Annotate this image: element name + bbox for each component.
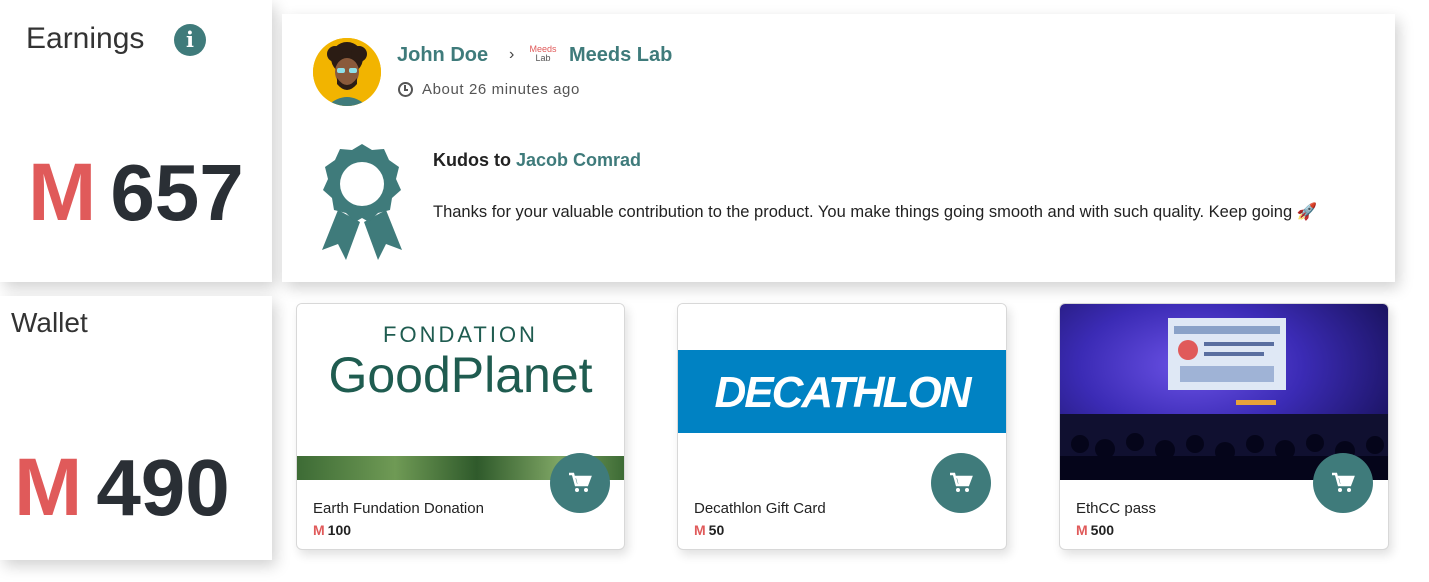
wallet-amount: M 490 <box>14 447 230 529</box>
add-to-cart-button[interactable] <box>550 453 610 513</box>
space-logo: Meeds Lab <box>524 45 562 63</box>
price-value: 100 <box>327 522 352 538</box>
kudos-prefix: Kudos to <box>433 150 511 170</box>
wallet-value: 490 <box>96 443 230 532</box>
image-text-main: DECATHLON <box>714 368 972 417</box>
earnings-amount: M 657 <box>28 152 244 234</box>
badge-icon <box>322 144 402 260</box>
space-link[interactable]: Meeds Lab <box>569 44 672 67</box>
currency-icon: M <box>313 522 325 538</box>
info-icon[interactable]: i <box>174 24 206 56</box>
wallet-title: Wallet <box>11 307 88 338</box>
price-value: 500 <box>1090 522 1115 538</box>
activity-time: About 26 minutes ago <box>422 81 580 98</box>
product-card[interactable]: FONDATION GoodPlanet Earth Fundation Don… <box>296 303 625 550</box>
image-text-top: FONDATION <box>383 322 538 347</box>
currency-icon: M <box>14 442 82 533</box>
product-price: M 500 <box>1076 522 1114 538</box>
price-value: 50 <box>708 522 725 538</box>
author-link[interactable]: John Doe <box>397 44 488 67</box>
space-logo-bottom: Lab <box>535 53 551 63</box>
currency-icon: M <box>1076 522 1088 538</box>
cart-icon <box>1332 472 1355 492</box>
kudos-title: Kudos to Jacob Comrad <box>433 150 641 171</box>
chevron-right-icon: › <box>509 46 515 63</box>
clock-icon <box>398 82 413 97</box>
cart-icon <box>950 472 973 492</box>
add-to-cart-button[interactable] <box>931 453 991 513</box>
cart-icon <box>569 472 592 492</box>
product-card[interactable]: EthCC pass M 500 <box>1059 303 1389 550</box>
product-price: M 100 <box>313 522 351 538</box>
product-price: M 50 <box>694 522 724 538</box>
kudos-message: Thanks for your valuable contribution to… <box>433 203 1318 221</box>
avatar[interactable] <box>313 38 381 106</box>
brand-band: DECATHLON <box>678 350 1006 433</box>
earnings-value: 657 <box>110 148 244 237</box>
product-title[interactable]: Decathlon Gift Card <box>694 500 826 517</box>
image-text-main: GoodPlanet <box>328 347 593 403</box>
avatar-image <box>313 38 381 106</box>
add-to-cart-button[interactable] <box>1313 453 1373 513</box>
kudos-receiver-link[interactable]: Jacob Comrad <box>516 150 641 170</box>
product-title[interactable]: Earth Fundation Donation <box>313 500 484 517</box>
currency-icon: M <box>28 147 96 238</box>
earnings-title: Earnings <box>26 22 145 55</box>
product-card[interactable]: DECATHLON Decathlon Gift Card M 50 <box>677 303 1007 550</box>
currency-icon: M <box>694 522 706 538</box>
product-title[interactable]: EthCC pass <box>1076 500 1156 517</box>
